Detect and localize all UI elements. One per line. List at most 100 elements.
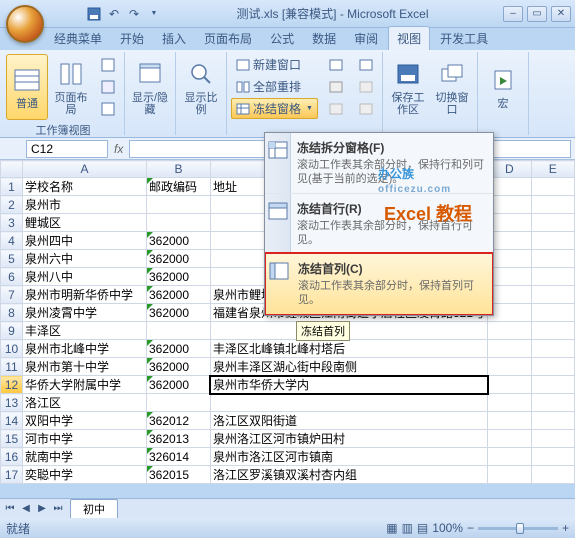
- tab-formulas[interactable]: 公式: [262, 27, 302, 50]
- cell[interactable]: [531, 322, 574, 340]
- cell[interactable]: [488, 376, 532, 394]
- normal-view-button[interactable]: 普通: [6, 54, 48, 120]
- row-header[interactable]: 5: [1, 250, 23, 268]
- cell[interactable]: [531, 448, 574, 466]
- cell[interactable]: [531, 250, 574, 268]
- cell[interactable]: 学校名称: [23, 178, 147, 196]
- unhide-button[interactable]: [324, 98, 348, 119]
- cell[interactable]: 362012: [146, 412, 210, 430]
- row-header[interactable]: 7: [1, 286, 23, 304]
- cell[interactable]: [146, 214, 210, 232]
- cell[interactable]: 就南中学: [23, 448, 147, 466]
- zoom-out-button[interactable]: −: [467, 521, 474, 535]
- tab-nav-last[interactable]: ⏭: [50, 501, 66, 517]
- show-hide-button[interactable]: 显示/隐藏: [129, 54, 171, 120]
- cell[interactable]: [488, 286, 532, 304]
- cell[interactable]: [488, 322, 532, 340]
- switch-windows-button[interactable]: 切换窗口: [431, 54, 473, 120]
- cell[interactable]: [488, 214, 532, 232]
- cell[interactable]: 洛江区: [23, 394, 147, 412]
- cell[interactable]: [488, 430, 532, 448]
- cell[interactable]: 泉州凌霄中学: [23, 304, 147, 322]
- row-header[interactable]: 11: [1, 358, 23, 376]
- cell[interactable]: [488, 196, 532, 214]
- redo-icon[interactable]: ↷: [126, 6, 142, 22]
- freeze-panes-button[interactable]: 冻结窗格▼: [231, 98, 318, 119]
- cell[interactable]: [210, 394, 487, 412]
- cell[interactable]: [531, 412, 574, 430]
- row-header[interactable]: 1: [1, 178, 23, 196]
- cell[interactable]: [531, 196, 574, 214]
- cell[interactable]: [488, 250, 532, 268]
- col-header[interactable]: A: [23, 161, 147, 178]
- cell[interactable]: [488, 448, 532, 466]
- row-header[interactable]: 2: [1, 196, 23, 214]
- tab-classic[interactable]: 经典菜单: [46, 27, 110, 50]
- cell[interactable]: [531, 214, 574, 232]
- cell[interactable]: 洛江区双阳街道: [210, 412, 487, 430]
- row-header[interactable]: 12: [1, 376, 23, 394]
- cell[interactable]: [146, 196, 210, 214]
- freeze-top-row-item[interactable]: 冻结首行(R) 滚动工作表其余部分时，保持首行可见。: [265, 193, 493, 254]
- cell[interactable]: [488, 268, 532, 286]
- fullscreen-button[interactable]: [96, 99, 120, 120]
- cell[interactable]: 泉州市第十中学: [23, 358, 147, 376]
- macros-button[interactable]: 宏: [482, 54, 524, 120]
- minimize-button[interactable]: –: [503, 6, 523, 22]
- tab-home[interactable]: 开始: [112, 27, 152, 50]
- cell[interactable]: [531, 304, 574, 322]
- close-button[interactable]: ✕: [551, 6, 571, 22]
- office-button[interactable]: [6, 5, 44, 43]
- pagelayout-view-button[interactable]: 页面布局: [50, 54, 92, 120]
- freeze-first-column-item[interactable]: 冻结首列(C) 滚动工作表其余部分时，保持首列可见。: [264, 252, 494, 316]
- cell[interactable]: 362000: [146, 340, 210, 358]
- cell[interactable]: 泉州市华侨大学内: [210, 376, 487, 394]
- cell[interactable]: [488, 178, 532, 196]
- row-header[interactable]: 14: [1, 412, 23, 430]
- cell[interactable]: [531, 358, 574, 376]
- save-workspace-button[interactable]: 保存工作区: [387, 54, 429, 120]
- cell[interactable]: [488, 394, 532, 412]
- cell[interactable]: 362000: [146, 286, 210, 304]
- tab-nav-prev[interactable]: ◀: [18, 501, 34, 517]
- tab-nav-next[interactable]: ▶: [34, 501, 50, 517]
- cell[interactable]: [488, 466, 532, 484]
- freeze-split-item[interactable]: 冻结拆分窗格(F) 滚动工作表其余部分时，保持行和列可见(基于当前的选定)。: [265, 133, 493, 193]
- split-button[interactable]: [324, 54, 348, 75]
- custom-views-button[interactable]: [96, 77, 120, 98]
- hide-button[interactable]: [324, 76, 348, 97]
- zoom-button[interactable]: 显示比例: [180, 54, 222, 120]
- row-header[interactable]: 17: [1, 466, 23, 484]
- cell[interactable]: 泉州八中: [23, 268, 147, 286]
- cell[interactable]: 丰泽区北峰镇北峰村塔后: [210, 340, 487, 358]
- undo-icon[interactable]: ↶: [106, 6, 122, 22]
- cell[interactable]: 鲤城区: [23, 214, 147, 232]
- zoom-in-button[interactable]: +: [562, 521, 569, 535]
- cell[interactable]: [488, 358, 532, 376]
- row-header[interactable]: 16: [1, 448, 23, 466]
- row-header[interactable]: 4: [1, 232, 23, 250]
- row-header[interactable]: 3: [1, 214, 23, 232]
- reset-pos[interactable]: [354, 98, 378, 119]
- col-header[interactable]: E: [531, 161, 574, 178]
- cell[interactable]: 362000: [146, 250, 210, 268]
- name-box[interactable]: C12: [26, 140, 108, 158]
- cell[interactable]: [531, 268, 574, 286]
- qat-dropdown-icon[interactable]: ▼: [146, 6, 162, 22]
- cell[interactable]: 362000: [146, 358, 210, 376]
- cell[interactable]: 泉州市明新华侨中学: [23, 286, 147, 304]
- cell[interactable]: [488, 304, 532, 322]
- pagebreak-preview-button[interactable]: [96, 55, 120, 76]
- view-normal-icon[interactable]: ▦: [386, 521, 397, 535]
- save-icon[interactable]: [86, 6, 102, 22]
- cell[interactable]: [488, 412, 532, 430]
- cell[interactable]: 丰泽区: [23, 322, 147, 340]
- cell[interactable]: 泉州四中: [23, 232, 147, 250]
- cell[interactable]: [531, 286, 574, 304]
- cell[interactable]: [531, 394, 574, 412]
- cell[interactable]: [488, 232, 532, 250]
- arrange-all-button[interactable]: 全部重排: [231, 76, 318, 97]
- new-window-button[interactable]: 新建窗口: [231, 54, 318, 75]
- cell[interactable]: [531, 340, 574, 358]
- tab-pagelayout[interactable]: 页面布局: [196, 27, 260, 50]
